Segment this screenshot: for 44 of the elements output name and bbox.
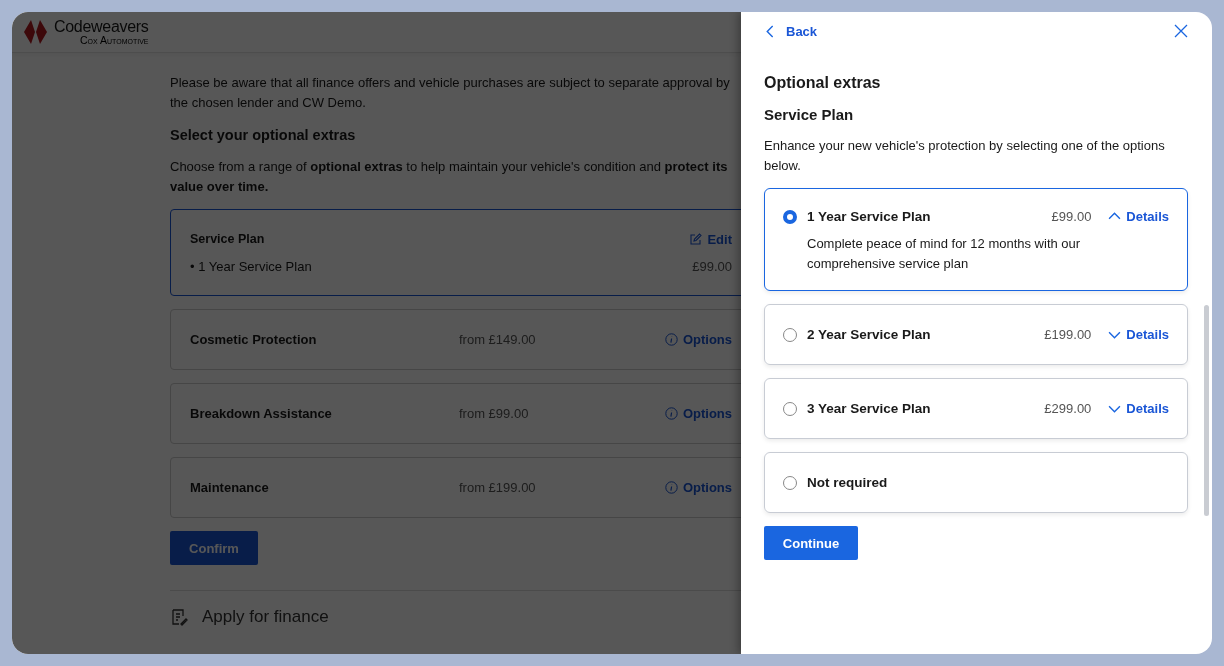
info-icon: [664, 407, 678, 420]
continue-button[interactable]: Continue: [764, 526, 858, 560]
scrollbar[interactable]: [1204, 305, 1209, 516]
extra-title: Service Plan: [190, 232, 265, 246]
extra-name: Cosmetic Protection: [190, 332, 318, 347]
logo-tagline: Cox Automotive: [80, 34, 149, 46]
plan-option[interactable]: Not required: [764, 452, 1188, 513]
plan-price: £199.00: [1044, 327, 1092, 342]
extra-name: Breakdown Assistance: [190, 406, 333, 421]
plan-option[interactable]: 3 Year Service Plan £299.00 Details: [764, 378, 1188, 439]
notice-text: Please be aware that all finance offers and vehicle purchases are subject to separate approval by the chosen lender and CW Demo.: [170, 74, 731, 112]
plan-option[interactable]: 2 Year Service Plan £199.00 Details: [764, 304, 1188, 365]
logo-icon: [22, 19, 50, 45]
extra-name: Maintenance: [190, 480, 270, 495]
drawer-title: Optional extras: [764, 74, 882, 92]
radio-button[interactable]: [783, 209, 797, 224]
extra-price: from £199.00: [459, 480, 537, 495]
plan-price: £299.00: [1044, 401, 1092, 416]
extra-price: from £99.00: [459, 406, 530, 421]
info-icon: [664, 481, 678, 494]
form-icon: [170, 608, 188, 626]
drawer-description: Enhance your new vehicle's protection by selecting one of the options below.: [764, 137, 1166, 175]
extra-item: • 1 Year Service Plan: [190, 258, 312, 274]
close-button[interactable]: [1174, 24, 1188, 38]
extra-price: £99.00: [692, 258, 732, 274]
intro-text: Choose from a range of optional extras to help maintain your vehicle's condition and protect its value over time.: [170, 158, 729, 196]
plan-option[interactable]: 1 Year Service Plan £99.00 Details Complete peace of mind for 12 months with our comprehensive service plan: [764, 188, 1188, 291]
section-title: Apply for finance: [202, 607, 329, 627]
plan-name: 1 Year Service Plan: [807, 209, 932, 224]
details-toggle[interactable]: Details: [1108, 209, 1169, 224]
logo-name: Codeweavers: [54, 18, 149, 35]
extra-price: from £149.00: [459, 332, 537, 347]
plan-price: £99.00: [1051, 209, 1092, 224]
details-toggle[interactable]: Details: [1108, 327, 1169, 342]
plan-description: Complete peace of mind for 12 months with our comprehensive service plan: [807, 235, 1082, 273]
info-icon: [664, 333, 678, 346]
drawer-subtitle: Service Plan: [764, 106, 855, 123]
edit-icon: [689, 232, 703, 246]
plan-name: 3 Year Service Plan: [807, 401, 932, 416]
details-toggle[interactable]: Details: [1108, 401, 1169, 416]
section-heading: Select your optional extras: [170, 127, 357, 143]
plan-name: Not required: [807, 475, 889, 490]
plan-name: 2 Year Service Plan: [807, 327, 932, 342]
back-link[interactable]: Back: [764, 23, 818, 39]
